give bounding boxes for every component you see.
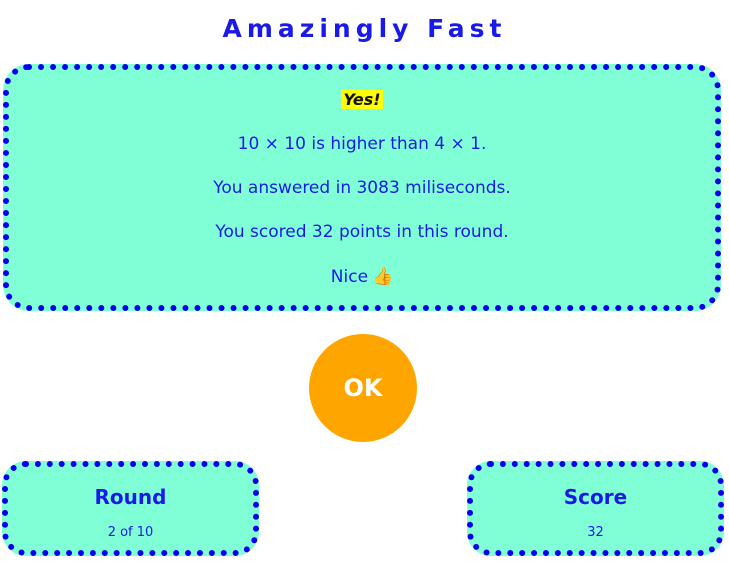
points-text: You scored 32 points in this round. xyxy=(215,222,509,242)
round-value: 2 of 10 xyxy=(107,525,154,540)
round-label: Round xyxy=(94,485,167,509)
thumbs-up-icon: 👍 xyxy=(372,267,394,287)
time-text: You answered in 3083 miliseconds. xyxy=(213,178,511,198)
score-label: Score xyxy=(563,485,628,509)
praise-line: Nice 👍 xyxy=(9,267,715,287)
page-title: Amazingly Fast xyxy=(222,14,507,43)
praise-text: Nice xyxy=(330,267,369,287)
verdict-text: Yes! xyxy=(341,90,383,109)
score-value: 32 xyxy=(587,525,604,540)
ok-button[interactable]: OK xyxy=(309,334,417,442)
round-box: Round 2 of 10 xyxy=(2,461,259,556)
result-panel: Yes! 10 × 10 is higher than 4 × 1. You a… xyxy=(3,64,721,311)
score-box: Score 32 xyxy=(467,461,724,556)
comparison-text: 10 × 10 is higher than 4 × 1. xyxy=(237,134,487,154)
verdict-line: Yes! xyxy=(9,90,715,110)
